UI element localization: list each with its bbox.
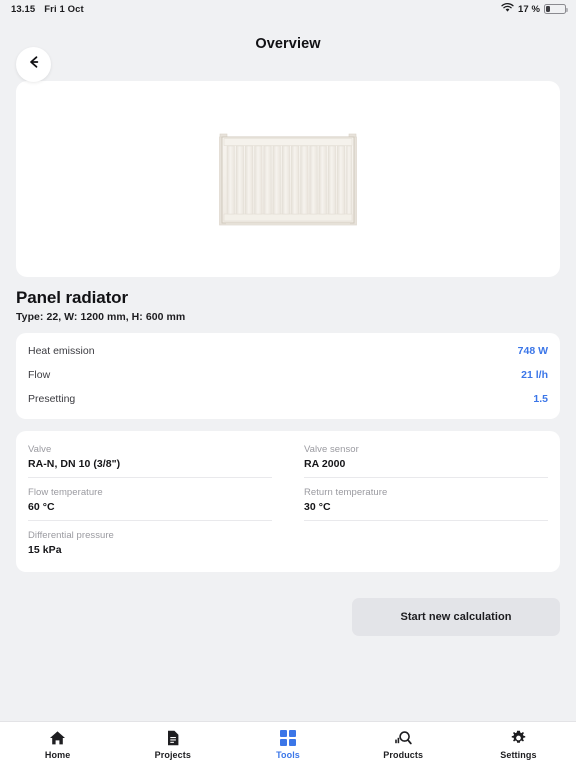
status-date: Fri 1 Oct xyxy=(44,3,84,15)
grid-square xyxy=(280,730,287,737)
product-heading-block: Panel radiator Type: 22, W: 1200 mm, H: … xyxy=(0,277,576,323)
grid-squares-glyph xyxy=(280,730,296,746)
spec-value: 60 °C xyxy=(28,501,55,514)
tab-label: Settings xyxy=(500,750,537,760)
grid-square xyxy=(289,730,296,737)
metric-label: Presetting xyxy=(28,393,76,406)
status-time: 13.15 xyxy=(11,3,36,15)
battery-icon xyxy=(544,4,568,14)
status-bar: 13.15 Fri 1 Oct 17 % xyxy=(0,0,576,18)
start-new-calculation-button[interactable]: Start new calculation xyxy=(352,598,560,637)
product-name: Panel radiator xyxy=(16,288,128,307)
action-row: Start new calculation xyxy=(0,572,576,637)
battery-fill xyxy=(546,6,551,12)
tab-home[interactable]: Home xyxy=(0,730,115,760)
page-title: Overview xyxy=(255,36,321,52)
status-bar-left: 13.15 Fri 1 Oct xyxy=(11,4,84,15)
metric-row: Heat emission 748 W xyxy=(28,339,548,363)
gear-icon xyxy=(510,730,527,746)
wifi-icon xyxy=(501,2,514,16)
spec-value: RA 2000 xyxy=(304,458,346,471)
specifications-card: Valve RA-N, DN 10 (3/8") Valve sensor RA… xyxy=(16,431,560,573)
tab-projects[interactable]: Projects xyxy=(115,730,230,760)
metric-value: 1.5 xyxy=(533,393,548,406)
grid-square xyxy=(280,739,287,746)
spec-label: Differential pressure xyxy=(28,530,114,542)
spec-value: 15 kPa xyxy=(28,544,62,557)
spec-cell-flow-temperature: Flow temperature 60 °C xyxy=(28,478,288,522)
spec-cell-differential-pressure: Differential pressure 15 kPa xyxy=(28,521,288,564)
grid-squares-icon xyxy=(280,730,296,746)
spec-label: Valve sensor xyxy=(304,444,359,456)
status-bar-right: 17 % xyxy=(501,2,568,16)
page-header: Overview xyxy=(0,18,576,82)
document-icon xyxy=(166,730,180,746)
tab-label: Projects xyxy=(154,750,191,760)
tab-products[interactable]: Products xyxy=(346,730,461,760)
spec-value: 30 °C xyxy=(304,501,331,514)
panel-radiator-image xyxy=(218,128,358,230)
battery-percent-label: 17 % xyxy=(517,3,540,15)
metric-row: Flow 21 l/h xyxy=(28,363,548,387)
spec-label: Flow temperature xyxy=(28,487,103,499)
grid-square xyxy=(289,739,296,746)
tab-label: Products xyxy=(383,750,424,760)
specifications-grid: Valve RA-N, DN 10 (3/8") Valve sensor RA… xyxy=(28,435,548,564)
metric-value: 748 W xyxy=(517,345,548,358)
spec-label: Valve xyxy=(28,444,52,456)
arrow-left-icon xyxy=(26,54,42,75)
tab-label: Home xyxy=(44,750,71,760)
metric-value: 21 l/h xyxy=(521,369,548,382)
spec-label: Return temperature xyxy=(304,487,388,499)
tab-label: Tools xyxy=(276,750,300,760)
spec-cell-return-temperature: Return temperature 30 °C xyxy=(288,478,548,522)
metric-label: Heat emission xyxy=(28,345,95,358)
tab-settings[interactable]: Settings xyxy=(461,730,576,760)
product-image-card xyxy=(16,81,560,277)
home-icon xyxy=(49,730,66,746)
bottom-tab-bar: Home Projects Tools Products Settings xyxy=(0,721,576,768)
spec-cell-valve-sensor: Valve sensor RA 2000 xyxy=(288,435,548,479)
spec-cell-valve: Valve RA-N, DN 10 (3/8") xyxy=(28,435,288,479)
metric-label: Flow xyxy=(28,369,51,382)
search-product-icon xyxy=(394,730,412,746)
product-subtitle: Type: 22, W: 1200 mm, H: 600 mm xyxy=(16,311,186,324)
tab-tools[interactable]: Tools xyxy=(230,730,345,760)
metric-row: Presetting 1.5 xyxy=(28,387,548,411)
metrics-card: Heat emission 748 W Flow 21 l/h Presetti… xyxy=(16,333,560,420)
spec-cell-empty xyxy=(288,521,548,564)
back-button[interactable] xyxy=(16,47,51,82)
spec-value: RA-N, DN 10 (3/8") xyxy=(28,458,121,471)
